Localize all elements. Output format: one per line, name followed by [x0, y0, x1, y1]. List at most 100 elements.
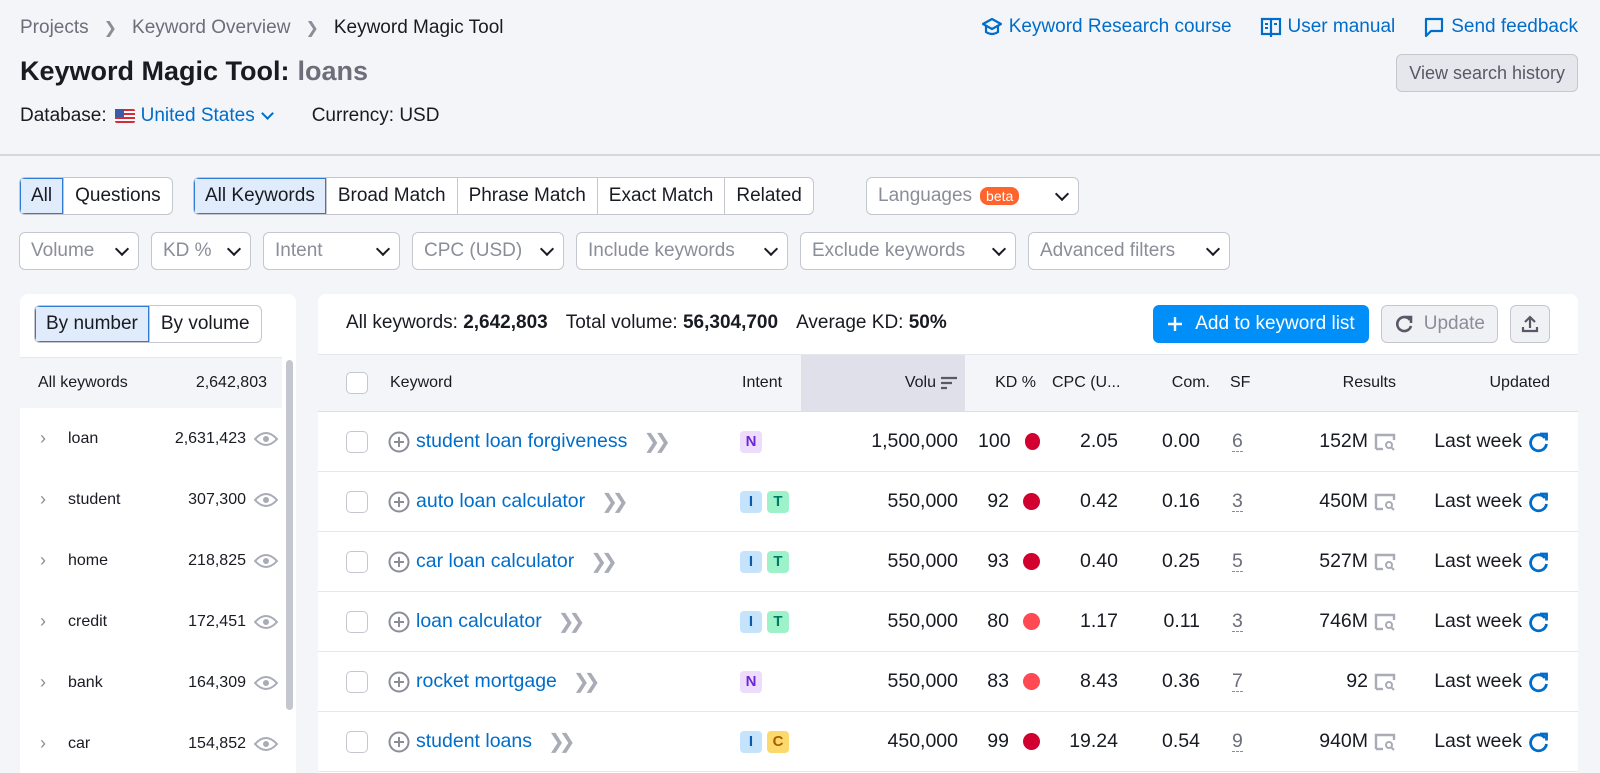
tab-phrase-match[interactable]: Phrase Match: [458, 178, 598, 214]
group-item[interactable]: › car 154,852: [20, 713, 282, 773]
eye-icon[interactable]: [254, 736, 278, 752]
expand-chevron-icon[interactable]: ›: [40, 489, 68, 510]
eye-icon[interactable]: [254, 614, 278, 630]
column-com[interactable]: Com.: [1148, 355, 1210, 411]
keyword-research-course-link[interactable]: Keyword Research course: [981, 16, 1232, 38]
column-updated[interactable]: Updated: [1448, 355, 1551, 411]
keyword-overview-icon[interactable]: ❯❯: [548, 729, 575, 754]
eye-icon[interactable]: [254, 675, 278, 691]
column-sf[interactable]: SF: [1230, 355, 1250, 411]
keyword-link[interactable]: loan calculator: [416, 610, 542, 633]
add-keyword-icon[interactable]: [388, 611, 410, 633]
add-keyword-icon[interactable]: [388, 731, 410, 753]
group-all-keywords[interactable]: All keywords 2,642,803: [20, 358, 282, 408]
languages-dropdown[interactable]: Languages beta: [866, 177, 1079, 215]
row-checkbox[interactable]: [346, 550, 368, 573]
include-keywords-filter[interactable]: Include keywords: [576, 232, 788, 270]
add-keyword-icon[interactable]: [388, 431, 410, 453]
row-checkbox[interactable]: [346, 490, 368, 513]
tab-broad-match[interactable]: Broad Match: [327, 178, 458, 214]
keyword-link[interactable]: car loan calculator: [416, 550, 574, 573]
eye-icon[interactable]: [254, 553, 278, 569]
tab-all-keywords[interactable]: All Keywords: [194, 178, 327, 214]
tab-questions[interactable]: Questions: [64, 178, 172, 214]
eye-icon[interactable]: [254, 431, 278, 447]
expand-chevron-icon[interactable]: ›: [40, 550, 68, 571]
serp-features-link[interactable]: 3: [1232, 611, 1243, 632]
column-results[interactable]: Results: [1308, 355, 1396, 411]
serp-features-link[interactable]: 5: [1232, 551, 1243, 572]
advanced-filters-dropdown[interactable]: Advanced filters: [1028, 232, 1230, 270]
expand-chevron-icon[interactable]: ›: [40, 733, 68, 754]
keyword-overview-icon[interactable]: ❯❯: [573, 669, 600, 694]
serp-preview-icon[interactable]: [1374, 673, 1396, 691]
serp-preview-icon[interactable]: [1374, 613, 1396, 631]
row-checkbox[interactable]: [346, 670, 368, 693]
column-keyword[interactable]: Keyword: [390, 355, 452, 411]
group-item[interactable]: › student 307,300: [20, 469, 282, 530]
add-to-keyword-list-button[interactable]: Add to keyword list: [1153, 305, 1369, 343]
keyword-overview-icon[interactable]: ❯❯: [590, 549, 617, 574]
serp-preview-icon[interactable]: [1374, 493, 1396, 511]
select-all-checkbox[interactable]: [346, 372, 368, 394]
group-item[interactable]: › bank 164,309: [20, 652, 282, 713]
tab-exact-match[interactable]: Exact Match: [598, 178, 726, 214]
view-search-history-button[interactable]: View search history: [1396, 54, 1578, 92]
keyword-overview-icon[interactable]: ❯❯: [601, 489, 628, 514]
row-checkbox[interactable]: [346, 730, 368, 753]
tab-related[interactable]: Related: [725, 178, 813, 214]
serp-features-link[interactable]: 6: [1232, 431, 1243, 452]
exclude-keywords-filter[interactable]: Exclude keywords: [800, 232, 1016, 270]
tab-all[interactable]: All: [20, 178, 65, 214]
refresh-icon[interactable]: [1528, 671, 1550, 693]
add-keyword-icon[interactable]: [388, 491, 410, 513]
scrollbar[interactable]: [286, 360, 293, 710]
serp-preview-icon[interactable]: [1374, 553, 1396, 571]
serp-features-link[interactable]: 9: [1232, 731, 1243, 752]
add-keyword-icon[interactable]: [388, 671, 410, 693]
refresh-icon[interactable]: [1528, 431, 1550, 453]
keyword-link[interactable]: student loans: [416, 730, 532, 753]
refresh-icon[interactable]: [1528, 611, 1550, 633]
export-button[interactable]: [1510, 305, 1550, 343]
group-item[interactable]: › loan 2,631,423: [20, 408, 282, 469]
column-cpc[interactable]: CPC (U...: [1052, 355, 1120, 411]
eye-icon[interactable]: [254, 492, 278, 508]
breadcrumb-projects[interactable]: Projects: [20, 17, 89, 39]
breadcrumb-keyword-overview[interactable]: Keyword Overview: [132, 17, 290, 39]
intent-filter[interactable]: Intent: [263, 232, 400, 270]
refresh-icon[interactable]: [1528, 491, 1550, 513]
volume-filter[interactable]: Volume: [19, 232, 139, 270]
serp-features-link[interactable]: 7: [1232, 671, 1243, 692]
tab-by-volume[interactable]: By volume: [150, 306, 261, 342]
keyword-link[interactable]: rocket mortgage: [416, 670, 557, 693]
serp-preview-icon[interactable]: [1374, 733, 1396, 751]
serp-preview-icon[interactable]: [1374, 433, 1396, 451]
chevron-right-icon: ❯: [305, 20, 319, 37]
keyword-link[interactable]: student loan forgiveness: [416, 430, 627, 453]
group-item[interactable]: › credit 172,451: [20, 591, 282, 652]
serp-features-link[interactable]: 3: [1232, 491, 1243, 512]
refresh-icon[interactable]: [1528, 731, 1550, 753]
column-volume[interactable]: Volu: [858, 355, 958, 411]
column-intent[interactable]: Intent: [742, 355, 782, 411]
keyword-overview-icon[interactable]: ❯❯: [558, 609, 585, 634]
user-manual-link[interactable]: User manual: [1260, 16, 1395, 38]
database-selector[interactable]: United States: [141, 105, 274, 127]
keyword-overview-icon[interactable]: ❯❯: [643, 429, 670, 454]
update-button[interactable]: Update: [1380, 305, 1498, 343]
add-keyword-icon[interactable]: [388, 551, 410, 573]
column-kd[interactable]: KD %: [976, 355, 1036, 411]
cpc-filter[interactable]: CPC (USD): [412, 232, 564, 270]
expand-chevron-icon[interactable]: ›: [40, 428, 68, 449]
kd-filter[interactable]: KD %: [151, 232, 251, 270]
group-item[interactable]: › home 218,825: [20, 530, 282, 591]
send-feedback-link[interactable]: Send feedback: [1423, 16, 1578, 38]
expand-chevron-icon[interactable]: ›: [40, 611, 68, 632]
expand-chevron-icon[interactable]: ›: [40, 672, 68, 693]
keyword-link[interactable]: auto loan calculator: [416, 490, 585, 513]
row-checkbox[interactable]: [346, 610, 368, 633]
row-checkbox[interactable]: [346, 430, 368, 453]
refresh-icon[interactable]: [1528, 551, 1550, 573]
tab-by-number[interactable]: By number: [35, 306, 150, 342]
